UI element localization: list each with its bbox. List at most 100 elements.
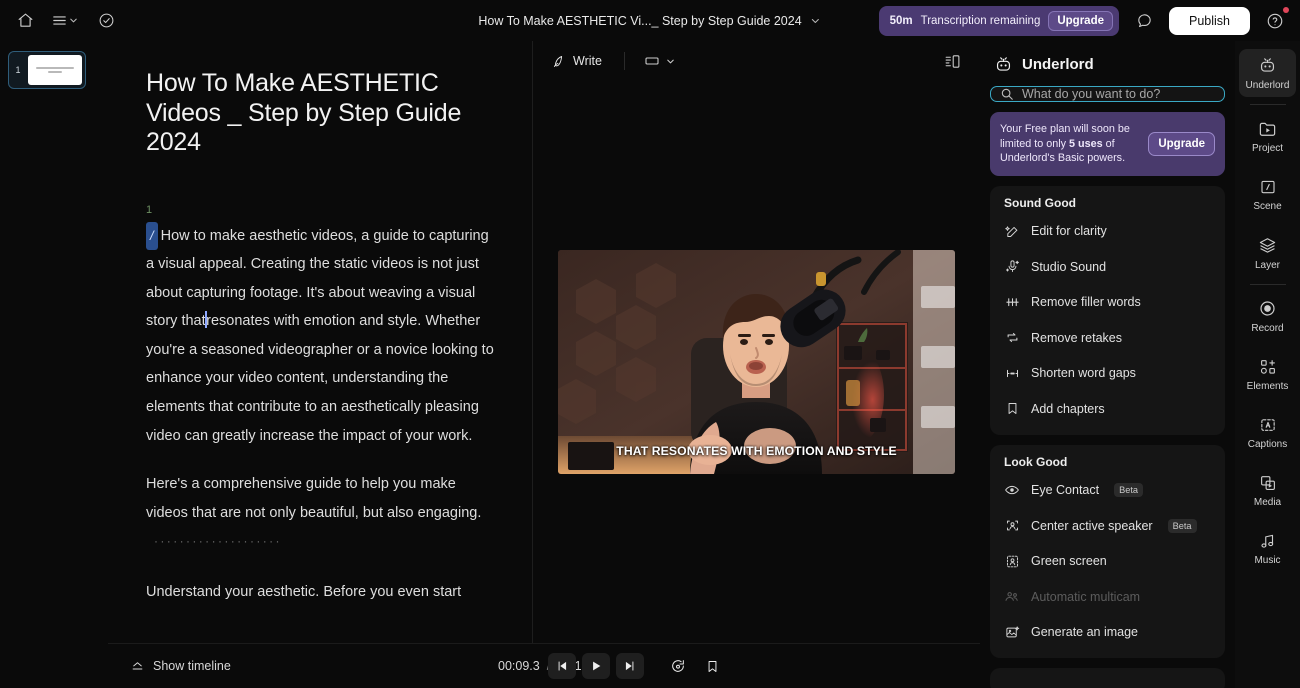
scene-thumbnail-1[interactable]: 1 — [8, 51, 86, 89]
scene-number: 1 — [15, 65, 21, 75]
action-edit-for-clarity[interactable]: Edit for clarity — [996, 214, 1219, 250]
skip-previous-icon[interactable] — [548, 653, 576, 679]
action-remove-retakes[interactable]: Remove retakes — [996, 320, 1219, 356]
rail-item-elements[interactable]: Elements — [1239, 351, 1296, 398]
microphone-sparkle-icon — [1004, 259, 1020, 274]
action-green-screen[interactable]: Green screen — [996, 544, 1219, 580]
aspect-ratio-button[interactable] — [637, 48, 683, 74]
paragraph-1-text-b: resonates with emotion and style. Whethe… — [146, 313, 494, 444]
action-label: Green screen — [1031, 554, 1107, 569]
check-circle-icon[interactable] — [91, 6, 121, 36]
chevron-down-icon[interactable] — [810, 15, 822, 27]
aspect-ratio-icon — [644, 53, 660, 69]
write-button[interactable]: Write — [541, 49, 612, 74]
eye-icon — [1004, 482, 1020, 498]
rail-divider — [1249, 284, 1286, 285]
action-center-active-speaker[interactable]: Center active speaker Beta — [996, 508, 1219, 544]
transcript-paragraph-2[interactable]: Here's a comprehensive guide to help you… — [146, 470, 496, 558]
video-frame — [558, 250, 955, 474]
rail-label: Project — [1251, 143, 1284, 154]
rail-item-project[interactable]: Project — [1239, 112, 1296, 160]
bookmark-icon[interactable] — [698, 653, 726, 679]
layers-icon — [1258, 236, 1277, 255]
rail-label: Media — [1253, 497, 1282, 508]
right-tool-rail: Underlord Project Scene Layer Record Ele… — [1235, 41, 1300, 688]
rail-label: Elements — [1246, 381, 1289, 392]
record-icon — [1258, 299, 1277, 318]
comment-icon[interactable] — [1129, 6, 1159, 36]
rail-item-captions[interactable]: Captions — [1239, 409, 1296, 456]
project-title-bar[interactable]: How To Make AESTHETIC Vi..._ Step by Ste… — [478, 14, 821, 28]
publish-button[interactable]: Publish — [1169, 6, 1250, 35]
chevron-down-icon — [68, 15, 79, 26]
action-label: Automatic multicam — [1031, 589, 1141, 604]
underlord-panel: Underlord Your Free plan will soon be li… — [980, 41, 1235, 688]
transport-bar: Show timeline 00:09.3 / 03:19.5 — [108, 643, 980, 688]
video-preview[interactable]: THAT RESONATES WITH EMOTION AND STYLE — [558, 250, 955, 474]
document-title[interactable]: How To Make AESTHETIC Videos _ Step by S… — [146, 69, 496, 158]
current-time: 00:09.3 — [498, 659, 540, 673]
magic-wand-icon — [1004, 224, 1020, 239]
home-icon[interactable] — [10, 6, 40, 36]
show-timeline-button[interactable]: Show timeline — [122, 654, 239, 679]
pen-icon — [551, 54, 566, 69]
underlord-search[interactable] — [990, 86, 1225, 102]
strikethrough-icon — [1004, 295, 1020, 310]
slash-command-marker[interactable]: / — [146, 221, 158, 251]
bookmark-icon — [1004, 401, 1020, 416]
upgrade-banner: Your Free plan will soon be limited to o… — [990, 112, 1225, 176]
video-caption: THAT RESONATES WITH EMOTION AND STYLE — [616, 444, 897, 458]
rail-item-layer[interactable]: Layer — [1239, 229, 1296, 277]
word-gap-indicator: ···················· — [154, 534, 282, 549]
panel-layout-icon[interactable] — [939, 48, 966, 75]
transcription-amount: 50m — [889, 14, 913, 27]
timeline-expand-icon — [130, 659, 145, 674]
transcript-panel[interactable]: How To Make AESTHETIC Videos _ Step by S… — [108, 41, 533, 643]
project-icon — [1258, 119, 1277, 138]
rail-item-music[interactable]: Music — [1239, 525, 1296, 572]
rail-label: Layer — [1254, 260, 1280, 271]
sound-good-title: Sound Good — [1004, 195, 1076, 210]
music-icon — [1259, 532, 1277, 550]
toolbar-divider — [623, 52, 625, 70]
rail-item-scene[interactable]: Scene — [1239, 171, 1296, 218]
rail-label: Underlord — [1245, 80, 1290, 91]
search-icon — [1000, 87, 1014, 101]
menu-button[interactable] — [44, 6, 79, 36]
action-shorten-word-gaps[interactable]: Shorten word gaps — [996, 356, 1219, 392]
notification-dot — [1283, 6, 1289, 13]
transcript-paragraph-1[interactable]: / How to make aesthetic videos, a guide t… — [146, 221, 496, 451]
upgrade-banner-button[interactable]: Upgrade — [1148, 131, 1215, 156]
action-remove-filler-words[interactable]: Remove filler words — [996, 285, 1219, 321]
action-generate-an-image[interactable]: Generate an image — [996, 615, 1219, 651]
help-circle-icon[interactable] — [1260, 6, 1290, 36]
action-label: Center active speaker — [1031, 518, 1153, 533]
rail-item-record[interactable]: Record — [1239, 292, 1296, 340]
editor-area: How To Make AESTHETIC Videos _ Step by S… — [108, 41, 980, 688]
sound-good-card: Sound Good Edit for clarity Studio Sound — [990, 185, 1225, 435]
scene-strip: 1 — [0, 41, 108, 688]
action-add-chapters[interactable]: Add chapters — [996, 391, 1219, 427]
search-input[interactable] — [1022, 87, 1215, 101]
skip-next-icon[interactable] — [616, 653, 644, 679]
elements-icon — [1259, 358, 1277, 376]
action-studio-sound[interactable]: Studio Sound — [996, 249, 1219, 285]
write-label: Write — [573, 54, 602, 68]
rail-item-media[interactable]: Media — [1239, 467, 1296, 514]
project-title[interactable]: How To Make AESTHETIC Vi..._ Step by Ste… — [478, 14, 801, 28]
action-eye-contact[interactable]: Eye Contact Beta — [996, 473, 1219, 509]
loop-icon[interactable] — [664, 653, 692, 679]
editor-columns: How To Make AESTHETIC Videos _ Step by S… — [108, 41, 980, 643]
scene-icon — [1259, 178, 1277, 196]
action-label: Remove retakes — [1031, 330, 1123, 345]
play-icon[interactable] — [582, 653, 610, 679]
scene-preview-card — [28, 55, 82, 85]
show-timeline-label: Show timeline — [153, 659, 231, 673]
next-card-placeholder — [990, 668, 1225, 688]
transcript-paragraph-3[interactable]: Understand your aesthetic. Before you ev… — [146, 578, 496, 607]
action-label: Edit for clarity — [1031, 224, 1107, 239]
preview-panel: Write THAT RESONATES WITH EMOTION AND ST… — [533, 41, 980, 643]
beta-badge: Beta — [1114, 483, 1143, 498]
upgrade-button[interactable]: Upgrade — [1048, 10, 1113, 31]
rail-item-underlord[interactable]: Underlord — [1239, 49, 1296, 97]
